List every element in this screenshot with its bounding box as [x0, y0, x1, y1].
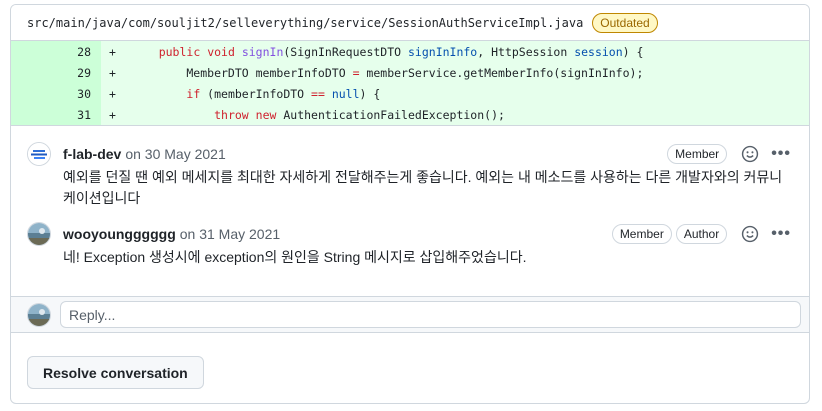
comment-actions: Member Author •••	[608, 221, 791, 247]
user-photo-icon	[28, 303, 50, 326]
reply-input[interactable]: Reply...	[60, 301, 801, 328]
line-number[interactable]: 29	[11, 62, 101, 83]
diff-line: 29 + MemberDTO memberInfoDTO = memberSer…	[11, 62, 809, 83]
diff-marker: +	[109, 107, 116, 122]
comment-date[interactable]: on 31 May 2021	[180, 226, 280, 242]
f-lab-logo-icon	[28, 143, 50, 165]
file-header: src/main/java/com/souljit2/selleverythin…	[11, 5, 809, 41]
member-badge: Member	[611, 224, 672, 244]
outdated-badge: Outdated	[592, 12, 658, 33]
reply-bar: Reply...	[11, 296, 809, 333]
kebab-horizontal-icon[interactable]: •••	[771, 145, 791, 163]
line-number[interactable]: 28	[11, 41, 101, 62]
user-photo-icon	[28, 223, 50, 245]
line-number[interactable]: 31	[11, 104, 101, 125]
comment-body: 네! Exception 생성시에 exception의 원인을 String …	[63, 249, 527, 265]
kebab-horizontal-icon[interactable]: •••	[771, 225, 791, 243]
comment-list: f-lab-dev on 30 May 2021 Member ••• 예외를 …	[11, 125, 809, 268]
smiley-icon[interactable]	[741, 145, 759, 163]
code-line: MemberDTO memberInfoDTO = memberService.…	[131, 65, 644, 80]
comment-author[interactable]: wooyoungggggg	[63, 226, 176, 242]
smiley-icon[interactable]	[741, 225, 759, 243]
code-line: throw new AuthenticationFailedException(…	[214, 107, 505, 122]
code-line: public void signIn(SignInRequestDTO sign…	[158, 44, 644, 59]
comment-date[interactable]: on 30 May 2021	[125, 146, 225, 162]
review-thread-card: src/main/java/com/souljit2/selleverythin…	[10, 4, 810, 404]
author-badge: Author	[675, 224, 728, 244]
avatar[interactable]	[27, 142, 51, 166]
member-badge: Member	[667, 144, 728, 164]
diff-line: 28 + public void signIn(SignInRequestDTO…	[11, 41, 809, 62]
diff-marker: +	[109, 44, 116, 59]
diff-marker: +	[109, 65, 116, 80]
diff-line: 31 + throw new AuthenticationFailedExcep…	[11, 104, 809, 125]
line-number[interactable]: 30	[11, 83, 101, 104]
file-path-link[interactable]: src/main/java/com/souljit2/selleverythin…	[27, 16, 583, 30]
comment-author[interactable]: f-lab-dev	[63, 146, 121, 162]
diff-line: 30 + if (memberInfoDTO == null) {	[11, 83, 809, 104]
diff-hunk: 28 + public void signIn(SignInRequestDTO…	[11, 41, 809, 125]
avatar[interactable]	[27, 222, 51, 246]
diff-marker: +	[109, 86, 116, 101]
comment: wooyoungggggg on 31 May 2021 Member Auth…	[11, 221, 809, 268]
code-line: if (memberInfoDTO == null) {	[186, 86, 381, 101]
comment-body: 예외를 던질 땐 예외 메세지를 최대한 자세하게 전달해주는게 좋습니다. 예…	[63, 169, 783, 206]
comment: f-lab-dev on 30 May 2021 Member ••• 예외를 …	[11, 141, 809, 209]
resolve-conversation-button[interactable]: Resolve conversation	[27, 356, 204, 389]
current-user-avatar	[27, 302, 51, 327]
comment-actions: Member •••	[663, 141, 791, 167]
